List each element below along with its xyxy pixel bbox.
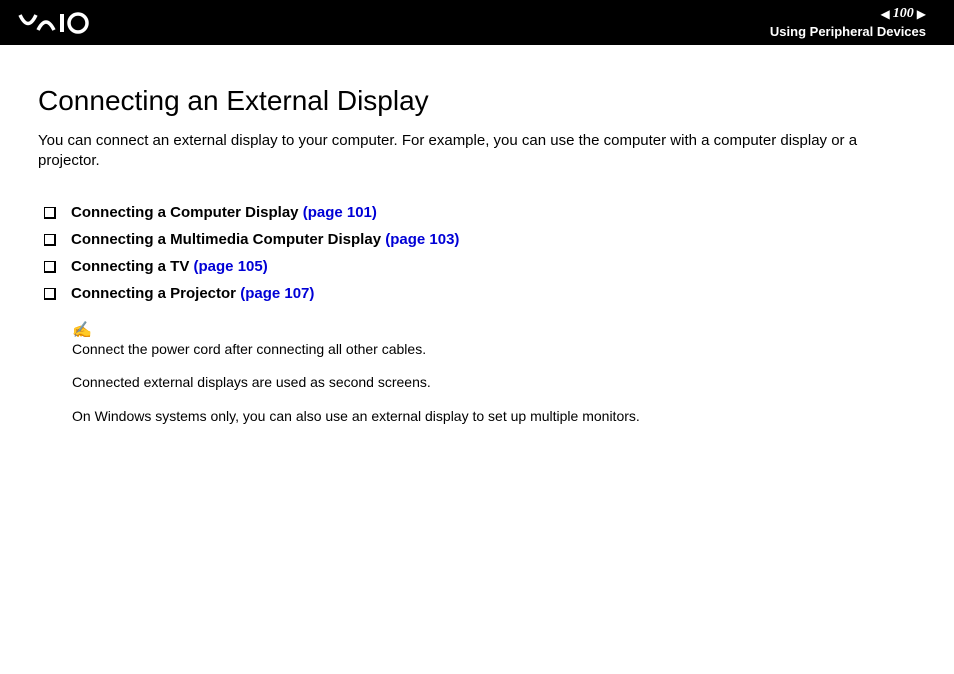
page-number: 100: [893, 6, 914, 22]
note-text: On Windows systems only, you can also us…: [72, 407, 916, 427]
page-link[interactable]: (page 107): [240, 285, 314, 302]
toc-item: Connecting a TV (page 105): [44, 258, 916, 275]
note-text: Connect the power cord after connecting …: [72, 340, 916, 360]
note-text: Connected external displays are used as …: [72, 373, 916, 393]
bullet-icon: [44, 261, 55, 272]
page-link[interactable]: (page 105): [194, 258, 268, 275]
page-header: ◀ 100 ▶ Using Peripheral Devices: [0, 0, 954, 45]
toc-item: Connecting a Multimedia Computer Display…: [44, 231, 916, 248]
toc-label: Connecting a Computer Display: [71, 204, 299, 221]
bullet-icon: [44, 207, 55, 218]
page-link[interactable]: (page 101): [303, 204, 377, 221]
vaio-logo: [18, 12, 118, 34]
header-nav: ◀ 100 ▶ Using Peripheral Devices: [770, 6, 936, 39]
toc-label: Connecting a TV: [71, 258, 189, 275]
note-section: ✍ Connect the power cord after connectin…: [72, 320, 916, 427]
toc-item: Connecting a Projector (page 107): [44, 285, 916, 302]
toc-list: Connecting a Computer Display (page 101)…: [38, 204, 916, 302]
toc-item: Connecting a Computer Display (page 101): [44, 204, 916, 221]
note-icon: ✍: [72, 320, 916, 340]
bullet-icon: [44, 288, 55, 299]
prev-page-arrow[interactable]: ◀: [881, 7, 890, 21]
page-navigation: ◀ 100 ▶: [881, 6, 926, 22]
section-title: Using Peripheral Devices: [770, 24, 926, 39]
toc-label: Connecting a Projector: [71, 285, 236, 302]
next-page-arrow[interactable]: ▶: [917, 7, 926, 21]
page-content: Connecting an External Display You can c…: [0, 45, 954, 426]
page-link[interactable]: (page 103): [385, 231, 459, 248]
toc-label: Connecting a Multimedia Computer Display: [71, 231, 381, 248]
intro-text: You can connect an external display to y…: [38, 131, 916, 172]
page-title: Connecting an External Display: [38, 85, 916, 117]
bullet-icon: [44, 234, 55, 245]
